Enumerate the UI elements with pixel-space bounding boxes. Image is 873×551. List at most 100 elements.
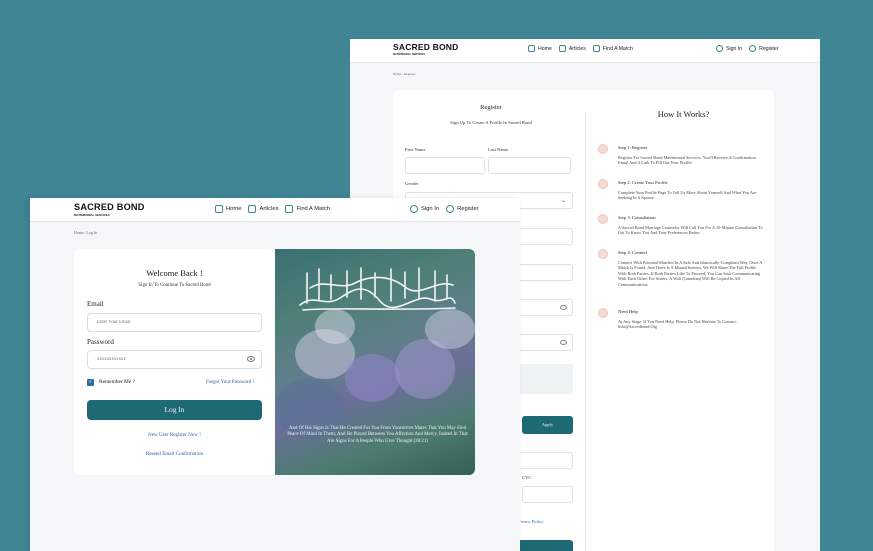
last-name-field[interactable] — [488, 157, 571, 174]
step-text: Complete Your Profile Page To Tell Us Mo… — [618, 190, 757, 201]
home-icon — [215, 205, 223, 213]
email-field[interactable] — [87, 313, 262, 332]
find-match-icon — [592, 45, 600, 52]
articles-icon — [248, 205, 257, 213]
user-icon — [410, 205, 418, 213]
email-label: Email — [87, 300, 104, 308]
user-icon — [716, 45, 723, 52]
nav-articles-label: Articles — [568, 45, 586, 52]
login-window: SACRED BOND MATRIMONIAL SERVICES Home Ar… — [30, 198, 520, 551]
nav-sign-in-label: Sign In — [726, 45, 743, 52]
breadcrumb-text: Home / Register — [393, 72, 416, 76]
login-subtitle: Sign In To Continue To Sacred Bond — [138, 283, 211, 288]
hero-image-panel: And Of His Signs Is That He Created For … — [275, 249, 475, 475]
step-icon — [598, 179, 608, 189]
resend-confirmation-link[interactable]: Resend Email Confirmation — [74, 451, 275, 457]
nav-articles[interactable]: Articles — [248, 205, 278, 213]
cvc-label: CVC — [522, 475, 532, 480]
flower-bloom — [315, 309, 355, 344]
brand-name: SACRED BOND — [393, 42, 459, 52]
apply-button[interactable]: Apply — [522, 416, 573, 434]
nav-sign-in[interactable]: Sign In — [716, 45, 742, 52]
home-icon — [528, 45, 535, 52]
nav-sign-in[interactable]: Sign In — [410, 205, 439, 213]
nav-home-label: Home — [226, 206, 242, 212]
step-icon — [598, 214, 608, 224]
nav-find-match[interactable]: Find A Match — [592, 45, 633, 52]
step-icon — [598, 308, 608, 318]
add-user-icon — [446, 205, 455, 213]
eye-icon[interactable] — [247, 356, 255, 362]
find-match-icon — [285, 205, 294, 213]
column-divider — [585, 112, 586, 551]
brand-logo[interactable]: SACRED BOND MATRIMONIAL SERVICES — [393, 42, 459, 57]
cvc-field[interactable] — [522, 486, 573, 503]
nav-articles-label: Articles — [259, 206, 279, 212]
breadcrumb: Home / Register — [393, 72, 415, 76]
step-text: Connect With Potential Matches In A Safe… — [618, 260, 763, 287]
top-navbar: SACRED BOND MATRIMONIAL SERVICES Home Ar… — [30, 198, 520, 222]
nav-links: Home Articles Find A Match — [528, 45, 640, 52]
step-text: At Any Stage, If You Need Help, Please D… — [618, 319, 737, 330]
password-label: Password — [87, 338, 114, 346]
nav-links: Home Articles Find A Match — [215, 205, 337, 213]
arabic-calligraphy — [299, 267, 456, 311]
brand-name: SACRED BOND — [74, 202, 145, 212]
login-title: Welcome Back ! — [146, 268, 203, 278]
nav-find-match-label: Find A Match — [602, 45, 633, 52]
nav-home[interactable]: Home — [215, 205, 241, 213]
breadcrumb-text: Home / Log In — [74, 231, 98, 235]
articles-icon — [558, 45, 566, 52]
nav-account: Sign In Register — [716, 45, 785, 52]
login-card: Welcome Back ! Sign In To Continue To Sa… — [74, 249, 475, 475]
nav-register-label: Register — [457, 206, 479, 212]
step-title: Step 1: Register — [618, 145, 648, 150]
login-button[interactable]: Log In — [87, 400, 262, 420]
remember-label: Remember Me ? — [99, 379, 135, 385]
top-navbar: SACRED BOND MATRIMONIAL SERVICES Home Ar… — [350, 39, 820, 63]
gender-label: Gender — [405, 181, 419, 186]
forgot-password-link[interactable]: Forgot Your Password ! — [206, 379, 254, 385]
flower-bloom — [345, 354, 400, 402]
quran-quote: And Of His Signs Is That He Created For … — [287, 426, 468, 444]
chevron-down-icon: ⌄ — [560, 197, 566, 204]
nav-articles[interactable]: Articles — [558, 45, 586, 52]
brand-tagline: MATRIMONIAL SERVICES — [74, 213, 110, 217]
register-link[interactable]: New User Register Now ! — [74, 432, 275, 438]
brand-logo[interactable]: SACRED BOND MATRIMONIAL SERVICES — [74, 202, 145, 217]
step-title: Step 2: Create Your Profile — [618, 180, 668, 185]
step-icon — [598, 144, 608, 154]
login-form: Welcome Back ! Sign In To Continue To Sa… — [74, 249, 275, 475]
privacy-policy-link[interactable]: rivacy Policy — [519, 519, 543, 524]
remember-checkbox[interactable]: ✓ — [87, 379, 94, 386]
eye-icon[interactable] — [560, 305, 567, 310]
step-title: Step 4: Connect — [618, 250, 648, 255]
step-icon — [598, 249, 608, 259]
step-title: Step 3: Consultation — [618, 215, 656, 220]
breadcrumb: Home / Log In — [74, 231, 97, 235]
flower-bloom — [425, 309, 475, 349]
how-it-works-title: How It Works? — [657, 109, 710, 119]
register-subtitle: Sign Up To Create A Profile In Sacred Bo… — [450, 120, 532, 125]
brand-tagline: MATRIMONIAL SERVICES — [393, 53, 425, 56]
step-title: Need Help — [618, 309, 638, 314]
last-name-label: Last Name — [488, 147, 509, 152]
nav-find-match[interactable]: Find A Match — [285, 205, 330, 213]
nav-register[interactable]: Register — [749, 45, 778, 52]
nav-home[interactable]: Home — [528, 45, 552, 52]
nav-account: Sign In Register — [410, 205, 486, 213]
password-field[interactable] — [87, 350, 262, 369]
nav-find-match-label: Find A Match — [296, 206, 330, 212]
step-text: Register For Sacred Bond Matrimonial Ser… — [618, 155, 756, 166]
first-name-label: First Name — [405, 147, 426, 152]
add-user-icon — [749, 45, 757, 52]
register-title: Register — [480, 104, 502, 111]
nav-register[interactable]: Register — [446, 205, 479, 213]
step-text: A Sacred Bond Marriage Counselor Will Ca… — [618, 225, 763, 236]
nav-sign-in-label: Sign In — [421, 206, 440, 212]
first-name-field[interactable] — [405, 157, 485, 174]
nav-register-label: Register — [759, 45, 779, 52]
nav-home-label: Home — [538, 45, 552, 52]
eye-icon[interactable] — [560, 340, 567, 345]
apply-label: Apply — [541, 422, 554, 427]
